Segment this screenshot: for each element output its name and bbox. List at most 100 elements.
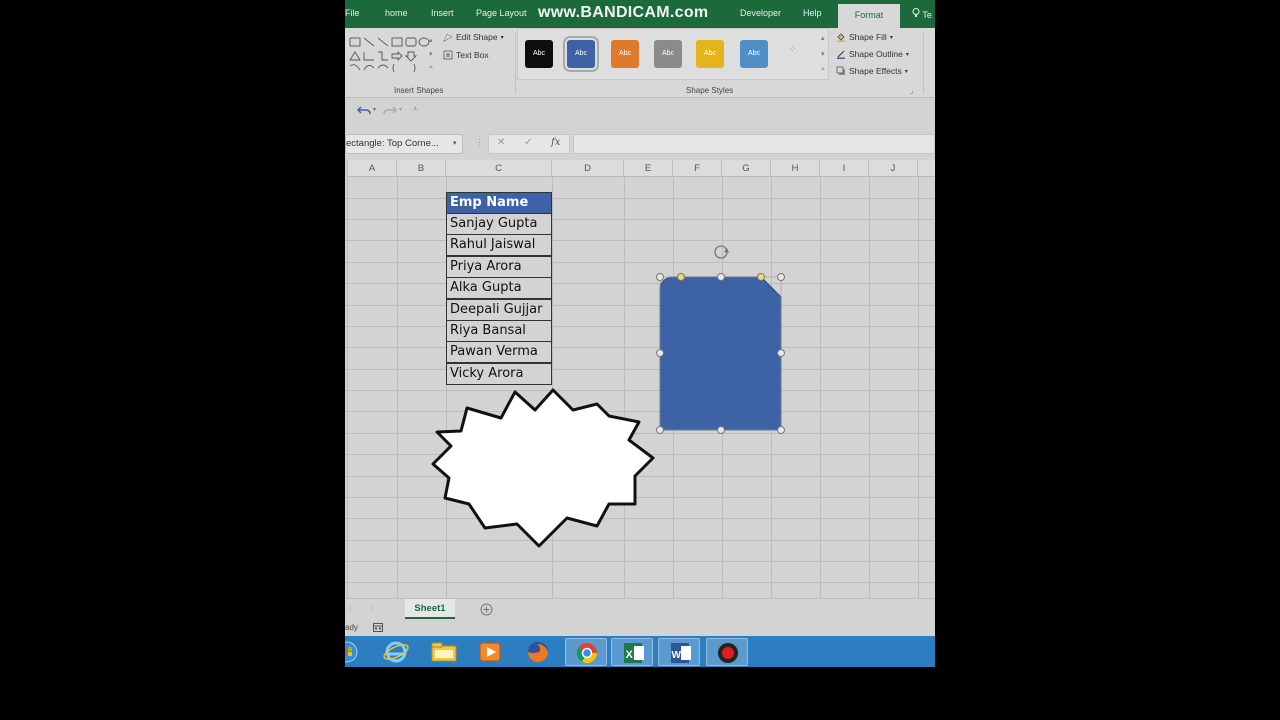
pen-outline-icon — [837, 50, 845, 59]
tab-developer[interactable]: Developer — [740, 8, 781, 18]
formula-bar-splitter-icon[interactable]: ⋮ — [475, 137, 484, 148]
ribbon: ▴ ▾ ⩡ Edit Shape ▾ Text Box Insert Shape… — [345, 28, 935, 98]
undo-dropdown-icon[interactable]: ▾ — [373, 106, 376, 113]
shape-style-orange[interactable]: Abc — [611, 40, 639, 68]
tab-page-layout[interactable]: Page Layout — [476, 8, 527, 18]
redo-dropdown-icon[interactable]: ▾ — [399, 106, 402, 113]
table-row[interactable]: Pawan Verma — [446, 341, 552, 363]
name-box-value: ectangle: Top Corne... — [346, 138, 439, 149]
column-header-k[interactable] — [918, 160, 935, 177]
formula-buttons: ✕ ✓ fx — [488, 134, 570, 154]
table-row[interactable]: Riya Bansal — [446, 320, 552, 342]
ribbon-separator — [923, 32, 924, 94]
tab-insert[interactable]: Insert — [431, 8, 454, 18]
tab-help[interactable]: Help — [803, 8, 822, 18]
firefox-icon[interactable] — [517, 638, 559, 666]
shape-effects-label: Shape Effects — [849, 66, 902, 76]
shape-style-gold[interactable]: Abc — [696, 40, 724, 68]
undo-icon[interactable] — [357, 105, 371, 117]
gridline — [345, 305, 935, 306]
customize-qat-icon[interactable]: ⩡ — [413, 104, 418, 114]
macro-record-icon[interactable] — [373, 623, 383, 632]
sheet-nav-prev-icon[interactable]: ‹ — [349, 603, 352, 612]
table-row[interactable]: Vicky Arora — [446, 363, 552, 385]
tell-me-icon[interactable]: Te — [912, 8, 932, 20]
gridline — [345, 561, 935, 562]
gallery-scroll-down-icon[interactable]: ▾ — [429, 50, 433, 58]
ie-icon[interactable] — [375, 638, 417, 666]
excel-icon: X — [624, 643, 644, 663]
edit-shape-icon — [443, 33, 453, 42]
table-row[interactable]: Alka Gupta — [446, 277, 552, 299]
name-box[interactable]: ectangle: Top Corne... — [345, 134, 463, 154]
shape-effects-button[interactable]: Shape Effects ▾ — [836, 66, 908, 76]
explosion-shape[interactable] — [431, 388, 655, 548]
worksheet-grid[interactable]: A B C D E F G H I J Emp Name Sanjay Gupt… — [345, 160, 935, 598]
chevron-down-icon: ▾ — [905, 51, 909, 58]
chevron-down-icon: ▾ — [889, 34, 893, 41]
tab-home[interactable]: home — [385, 8, 408, 18]
column-header-b[interactable]: B — [397, 160, 446, 177]
dialog-launcher-icon[interactable]: ⌟ — [910, 87, 913, 95]
shape-fill-label: Shape Fill — [849, 32, 887, 42]
column-header-a[interactable]: A — [348, 160, 397, 177]
tab-file[interactable]: File — [345, 8, 360, 18]
tab-format[interactable]: Format — [838, 4, 900, 28]
start-orb-icon[interactable] — [345, 638, 361, 666]
selected-rectangle-top-corners[interactable] — [655, 240, 795, 435]
gallery-scroll-up-icon[interactable]: ▴ — [429, 36, 433, 44]
styles-more-icon[interactable]: ⩡ — [821, 66, 825, 74]
shape-outline-button[interactable]: Shape Outline ▾ — [836, 49, 909, 59]
text-box-label: Text Box — [456, 50, 489, 60]
bandicam-watermark: www.BANDICAM.com — [538, 4, 709, 21]
media-player-icon[interactable] — [469, 638, 511, 666]
name-box-dropdown-icon[interactable]: ▾ — [453, 139, 457, 147]
chrome-taskbar-button[interactable] — [565, 638, 607, 666]
sheet-tab-bar: ‹ › Sheet1 — [345, 598, 935, 620]
shape-style-gray[interactable]: Abc — [654, 40, 682, 68]
chrome-icon — [576, 643, 598, 664]
table-row[interactable]: Rahul Jaiswal — [446, 234, 552, 256]
shape-style-black[interactable]: Abc — [525, 40, 553, 68]
table-row[interactable]: Priya Arora — [446, 256, 552, 278]
chevron-down-icon: ▾ — [500, 34, 504, 41]
gridline — [345, 198, 935, 199]
column-header-i[interactable]: I — [820, 160, 869, 177]
add-sheet-icon[interactable] — [480, 603, 493, 616]
enter-check-icon[interactable]: ✓ — [524, 137, 532, 148]
cancel-icon[interactable]: ✕ — [497, 137, 505, 148]
table-header-emp-name[interactable]: Emp Name — [446, 192, 552, 214]
text-box-button[interactable]: Text Box — [443, 50, 489, 60]
edit-shape-button[interactable]: Edit Shape ▾ — [443, 32, 504, 42]
word-taskbar-button[interactable]: W — [658, 638, 700, 666]
shape-style-blue-selected[interactable]: Abc — [563, 36, 599, 72]
table-row[interactable]: Sanjay Gupta — [446, 213, 552, 235]
styles-scroll-down-icon[interactable]: ▾ — [821, 50, 825, 58]
column-header-j[interactable]: J — [869, 160, 918, 177]
styles-scroll-up-icon[interactable]: ▴ — [821, 34, 825, 42]
redo-icon[interactable] — [383, 105, 397, 117]
column-header-d[interactable]: D — [552, 160, 624, 177]
shape-fill-button[interactable]: Shape Fill ▾ — [836, 32, 893, 42]
explorer-icon[interactable] — [423, 638, 465, 666]
table-row[interactable]: Deepali Gujjar — [446, 299, 552, 321]
sheet-nav-next-icon[interactable]: › — [371, 603, 374, 612]
shapes-gallery[interactable] — [348, 34, 430, 74]
column-header-e[interactable]: E — [624, 160, 673, 177]
insert-function-icon[interactable]: fx — [551, 137, 560, 148]
svg-text:W: W — [672, 650, 682, 661]
column-header-f[interactable]: F — [673, 160, 722, 177]
column-header-c[interactable]: C — [446, 160, 552, 177]
gridline — [345, 240, 935, 241]
formula-input[interactable] — [573, 134, 935, 154]
shape-style-light-blue[interactable]: Abc — [740, 40, 768, 68]
bandicam-taskbar-button[interactable] — [706, 638, 748, 666]
column-header-h[interactable]: H — [771, 160, 820, 177]
sheet-tab-sheet1[interactable]: Sheet1 — [405, 599, 455, 619]
style-more-dots-icon: ⁘ — [789, 44, 797, 54]
rotate-handle-icon[interactable] — [714, 245, 729, 259]
excel-taskbar-button[interactable]: X — [611, 638, 653, 666]
column-header-g[interactable]: G — [722, 160, 771, 177]
insert-shapes-group-label: Insert Shapes — [394, 86, 444, 95]
gallery-more-icon[interactable]: ⩡ — [429, 64, 433, 72]
